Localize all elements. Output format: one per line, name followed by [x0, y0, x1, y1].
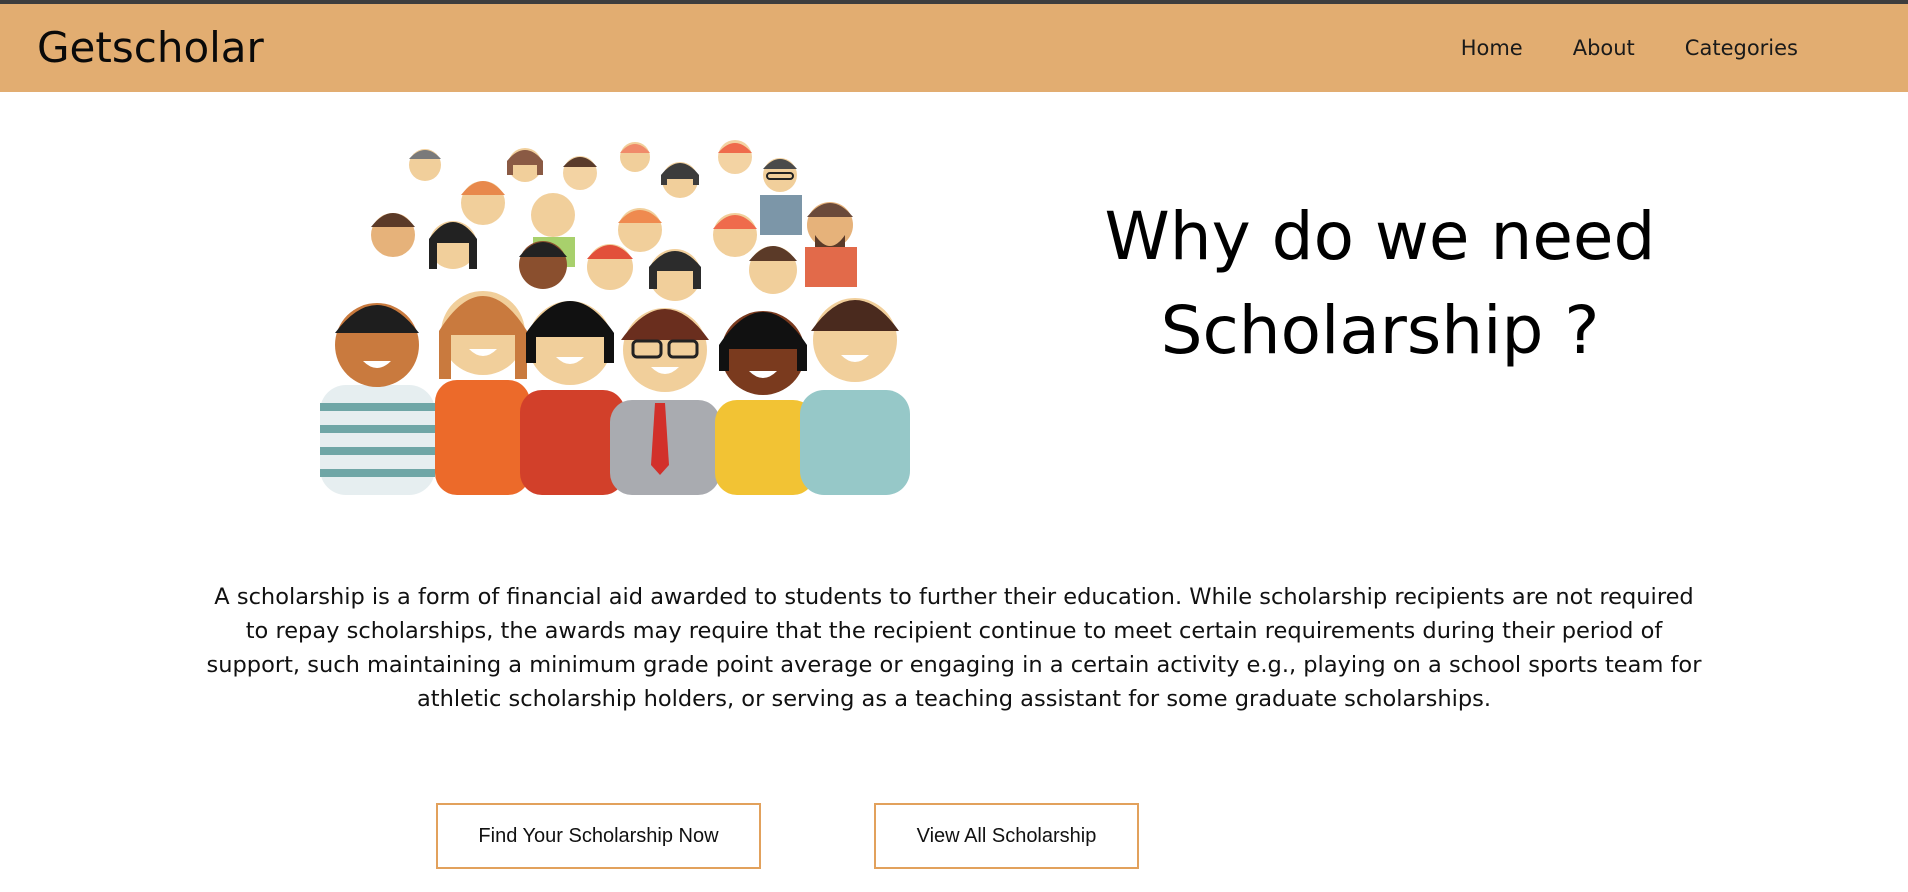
nav-menu: Home About Categories: [1461, 34, 1798, 62]
front-row-people: [320, 291, 910, 495]
page-heading: Why do we need Scholarship ?: [1070, 190, 1690, 378]
crowd-of-students-illustration: [320, 140, 910, 495]
page-heading-line1: Why do we need: [1104, 198, 1656, 275]
nav-link-about[interactable]: About: [1573, 34, 1635, 62]
scholarship-description: A scholarship is a form of financial aid…: [206, 584, 1702, 712]
navbar: Getscholar Home About Categories: [0, 4, 1908, 92]
page-heading-line2: Scholarship ?: [1160, 292, 1600, 369]
brand-logo[interactable]: Getscholar: [37, 22, 264, 74]
find-scholarship-button[interactable]: Find Your Scholarship Now: [436, 803, 761, 869]
nav-link-home[interactable]: Home: [1461, 34, 1523, 62]
nav-link-categories[interactable]: Categories: [1685, 34, 1798, 62]
view-all-scholarship-button[interactable]: View All Scholarship: [874, 803, 1139, 869]
